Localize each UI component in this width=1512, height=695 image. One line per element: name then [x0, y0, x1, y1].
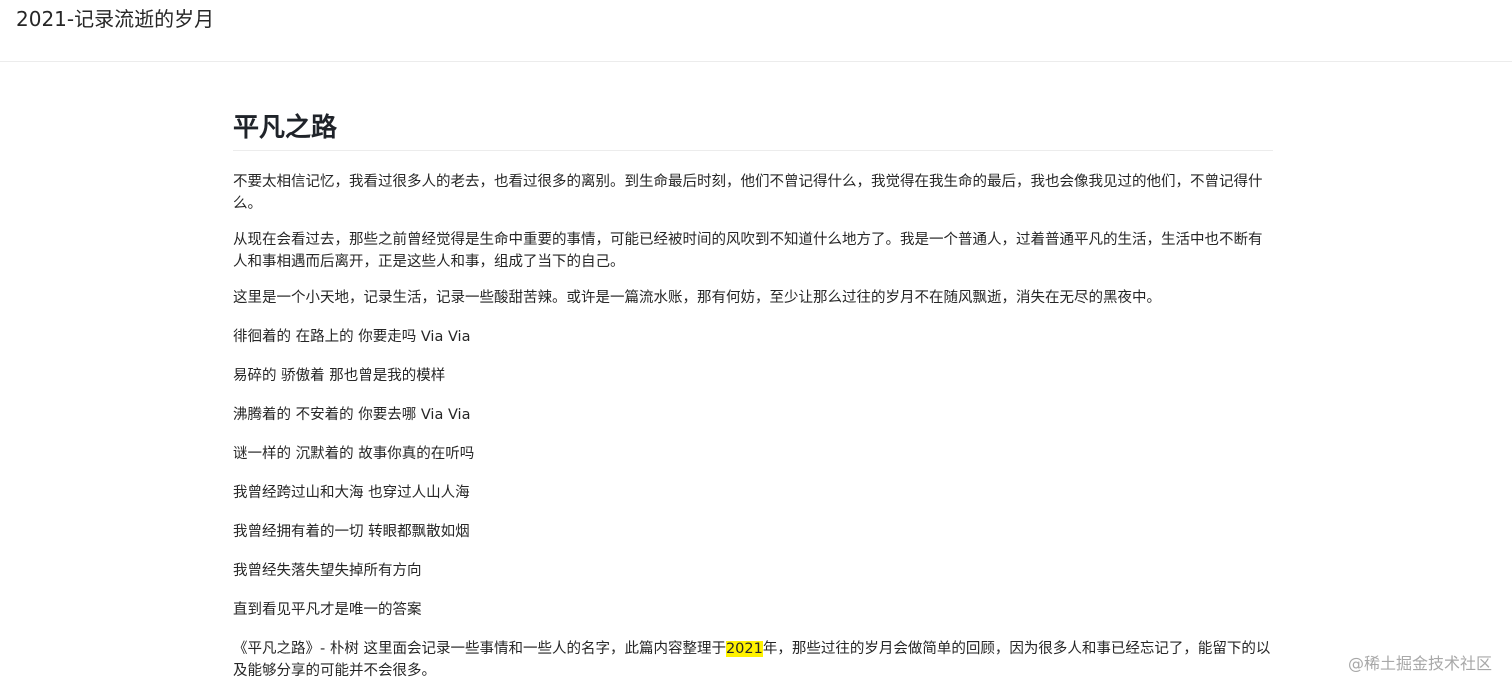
top-bar: 2021-记录流逝的岁月	[0, 0, 1512, 62]
closing-paragraph: 《平凡之路》- 朴树 这里面会记录一些事情和一些人的名字，此篇内容整理于2021…	[233, 638, 1273, 682]
site-title[interactable]: 2021-记录流逝的岁月	[16, 5, 214, 33]
lyric-line: 我曾经失落失望失掉所有方向	[233, 563, 422, 579]
lyric-line: 易碎的 骄傲着 那也曾是我的模样	[233, 368, 446, 384]
closing-text-before: 《平凡之路》- 朴树 这里面会记录一些事情和一些人的名字，此篇内容整理于	[233, 641, 726, 657]
lyric-line: 沸腾着的 不安着的 你要去哪 Via Via	[233, 407, 471, 423]
article: 平凡之路 不要太相信记忆，我看过很多人的老去，也看过很多的离别。到生命最后时刻，…	[233, 108, 1273, 682]
lyric-line: 谜一样的 沉默着的 故事你真的在听吗	[233, 446, 475, 462]
intro-paragraph-2: 从现在会看过去，那些之前曾经觉得是生命中重要的事情，可能已经被时间的风吹到不知道…	[233, 232, 1263, 270]
intro-paragraph-3: 这里是一个小天地，记录生活，记录一些酸甜苦辣。或许是一篇流水账，那有何妨，至少让…	[233, 290, 1161, 306]
lyric-line: 直到看见平凡才是唯一的答案	[233, 602, 422, 618]
lyric-line: 徘徊着的 在路上的 你要走吗 Via Via	[233, 329, 471, 345]
lyric-line: 我曾经跨过山和大海 也穿过人山人海	[233, 485, 470, 501]
watermark: @稀土掘金技术社区	[1347, 654, 1492, 673]
lyric-line: 我曾经拥有着的一切 转眼都飘散如烟	[233, 524, 470, 540]
article-title: 平凡之路	[233, 108, 1273, 151]
highlighted-year: 2021	[725, 641, 763, 657]
intro-paragraph-1: 不要太相信记忆，我看过很多人的老去，也看过很多的离别。到生命最后时刻，他们不曾记…	[233, 174, 1263, 212]
